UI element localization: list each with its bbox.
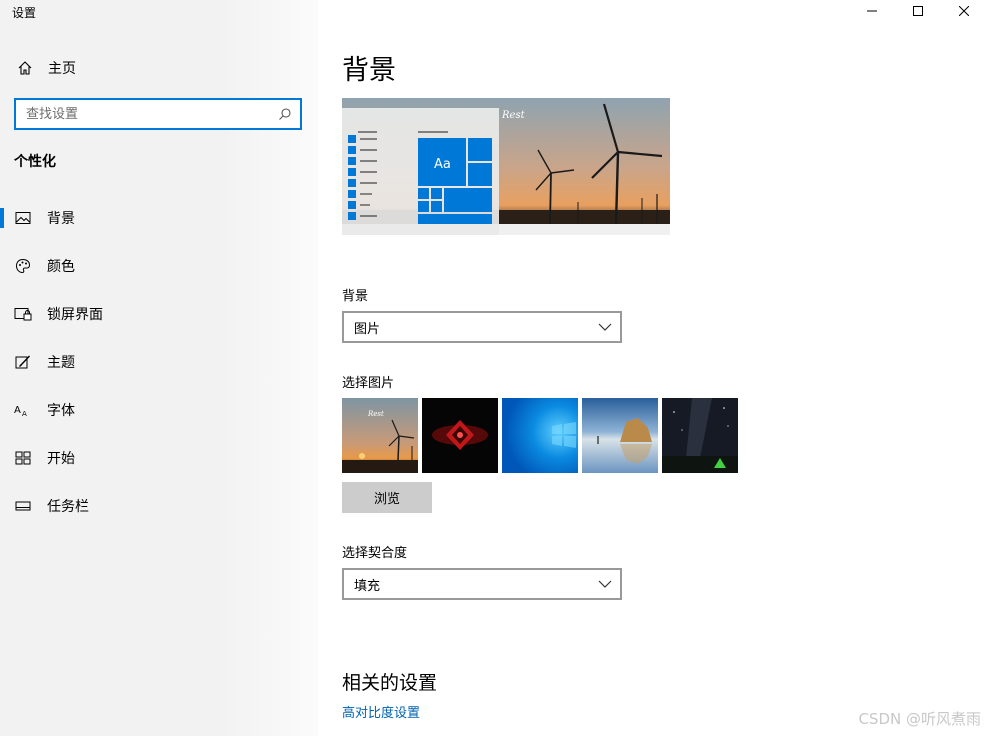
palette-icon bbox=[14, 257, 32, 275]
background-type-value: 图片 bbox=[354, 321, 381, 337]
fit-dropdown[interactable]: 填充 bbox=[342, 568, 622, 600]
search-input[interactable] bbox=[16, 100, 266, 128]
font-icon: AA bbox=[14, 401, 32, 419]
sidebar-item-label: 字体 bbox=[47, 403, 75, 419]
theme-brush-icon bbox=[14, 353, 32, 371]
maximize-icon bbox=[913, 6, 923, 16]
chevron-down-icon bbox=[598, 321, 612, 336]
sidebar-item-label: 任务栏 bbox=[47, 499, 89, 515]
desktop-preview: Rest Aa bbox=[342, 98, 670, 235]
svg-text:Rest: Rest bbox=[367, 410, 384, 418]
picture-icon bbox=[14, 209, 32, 227]
close-icon bbox=[959, 6, 969, 16]
background-type-dropdown[interactable]: 图片 bbox=[342, 311, 622, 343]
sidebar-nav: 背景 颜色 锁屏界面 主题 AA 字体 开始 任务栏 bbox=[0, 194, 318, 530]
search-box[interactable] bbox=[14, 98, 302, 130]
sidebar-item-label: 背景 bbox=[47, 211, 75, 227]
sidebar-item-taskbar[interactable]: 任务栏 bbox=[0, 482, 318, 530]
sidebar-item-start[interactable]: 开始 bbox=[0, 434, 318, 482]
high-contrast-settings-link[interactable]: 高对比度设置 bbox=[342, 702, 420, 721]
sidebar: 设置 主页 个性化 背景 颜色 锁屏界面 bbox=[0, 0, 318, 736]
sidebar-item-fonts[interactable]: AA 字体 bbox=[0, 386, 318, 434]
svg-text:A: A bbox=[14, 405, 21, 416]
sidebar-item-background[interactable]: 背景 bbox=[0, 194, 318, 242]
taskbar-icon bbox=[14, 497, 32, 515]
page-title: 背景 bbox=[342, 55, 396, 86]
browse-button[interactable]: 浏览 bbox=[342, 482, 432, 513]
minimize-icon bbox=[867, 10, 877, 12]
search-icon[interactable] bbox=[278, 106, 292, 125]
fit-label: 选择契合度 bbox=[342, 546, 408, 561]
picture-thumbnails: Rest bbox=[342, 398, 738, 473]
sidebar-item-label: 开始 bbox=[47, 451, 75, 467]
thumbnail-wind-turbines[interactable]: Rest bbox=[342, 398, 418, 473]
svg-text:Rest: Rest bbox=[501, 110, 526, 121]
fit-value: 填充 bbox=[354, 578, 381, 594]
sidebar-item-themes[interactable]: 主题 bbox=[0, 338, 318, 386]
start-icon bbox=[14, 449, 32, 467]
thumbnail-red-abstract[interactable] bbox=[422, 398, 498, 473]
section-title: 个性化 bbox=[14, 154, 56, 170]
home-icon bbox=[16, 59, 34, 77]
preview-sample-text: Aa bbox=[434, 157, 451, 172]
sidebar-item-lock-screen[interactable]: 锁屏界面 bbox=[0, 290, 318, 338]
sidebar-item-colors[interactable]: 颜色 bbox=[0, 242, 318, 290]
home-nav-item[interactable]: 主页 bbox=[16, 58, 76, 78]
chevron-down-icon bbox=[598, 578, 612, 593]
maximize-button[interactable] bbox=[895, 0, 941, 22]
thumbnail-sea-rock[interactable] bbox=[582, 398, 658, 473]
minimize-button[interactable] bbox=[849, 0, 895, 22]
watermark: CSDN @听风煮雨 bbox=[858, 710, 981, 728]
thumbnail-night-sky[interactable] bbox=[662, 398, 738, 473]
home-label: 主页 bbox=[48, 61, 76, 77]
svg-text:A: A bbox=[22, 410, 27, 417]
related-settings-title: 相关的设置 bbox=[342, 672, 438, 694]
app-title: 设置 bbox=[12, 6, 37, 20]
close-button[interactable] bbox=[941, 0, 987, 22]
sidebar-item-label: 颜色 bbox=[47, 259, 75, 275]
sidebar-item-label: 主题 bbox=[47, 355, 75, 371]
thumbnail-windows-blue[interactable] bbox=[502, 398, 578, 473]
sidebar-item-label: 锁屏界面 bbox=[47, 307, 103, 323]
choose-picture-label: 选择图片 bbox=[342, 376, 395, 391]
background-label: 背景 bbox=[342, 289, 369, 304]
window-controls bbox=[849, 0, 987, 22]
lock-screen-icon bbox=[14, 305, 32, 323]
